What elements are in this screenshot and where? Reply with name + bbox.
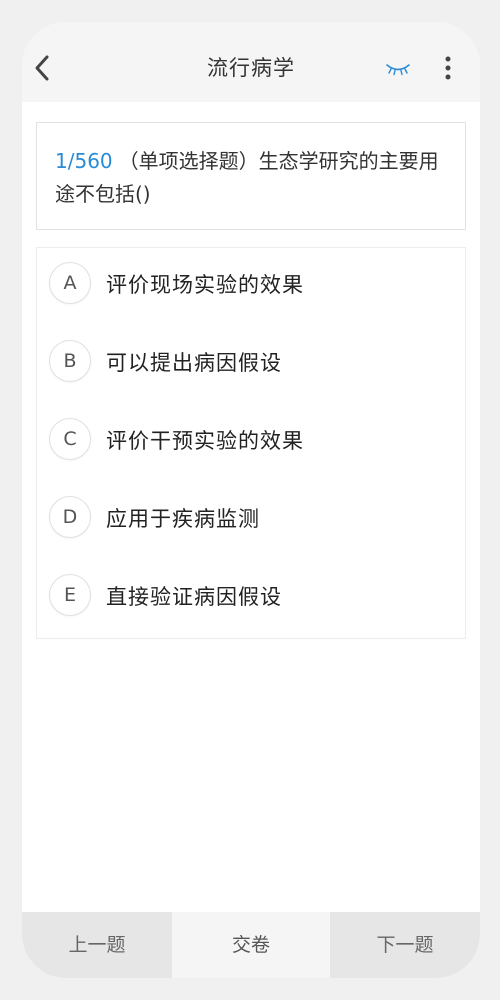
question-type: （单项选择题） [118,149,259,173]
option-letter: A [49,262,91,304]
hide-answer-button[interactable] [384,58,412,78]
option-text: 直接验证病因假设 [106,585,282,609]
question-number: 1/560 [55,149,113,173]
top-bar: 流行病学 [22,22,480,102]
option-letter: B [49,340,91,382]
option-text: 可以提出病因假设 [106,351,282,375]
option-text: 应用于疾病监测 [106,507,260,531]
option-c[interactable]: C 评价干预实验的效果 [49,417,457,469]
option-text: 评价现场实验的效果 [106,273,304,297]
submit-exam-button[interactable]: 交卷 [172,912,330,978]
next-question-button[interactable]: 下一题 [330,912,480,978]
phone-screen: 流行病学 1/560 （单项选择题）生态学研究的主要用途不包括() A 评价现场实… [22,22,480,978]
prev-question-button[interactable]: 上一题 [22,912,172,978]
option-letter: E [49,574,91,616]
option-a[interactable]: A 评价现场实验的效果 [49,261,457,313]
option-letter: C [49,418,91,460]
more-vertical-icon [445,56,451,80]
option-e[interactable]: E 直接验证病因假设 [49,573,457,625]
option-text: 评价干预实验的效果 [106,429,304,453]
question-card: 1/560 （单项选择题）生态学研究的主要用途不包括() [36,122,466,230]
options-list: A 评价现场实验的效果 B 可以提出病因假设 C 评价干预实验的效果 D 应用于… [36,247,466,639]
more-button[interactable] [440,54,456,82]
bottom-nav: 上一题 交卷 下一题 [22,912,480,978]
option-d[interactable]: D 应用于疾病监测 [49,495,457,547]
option-letter: D [49,496,91,538]
option-b[interactable]: B 可以提出病因假设 [49,339,457,391]
eye-closed-icon [386,64,410,76]
